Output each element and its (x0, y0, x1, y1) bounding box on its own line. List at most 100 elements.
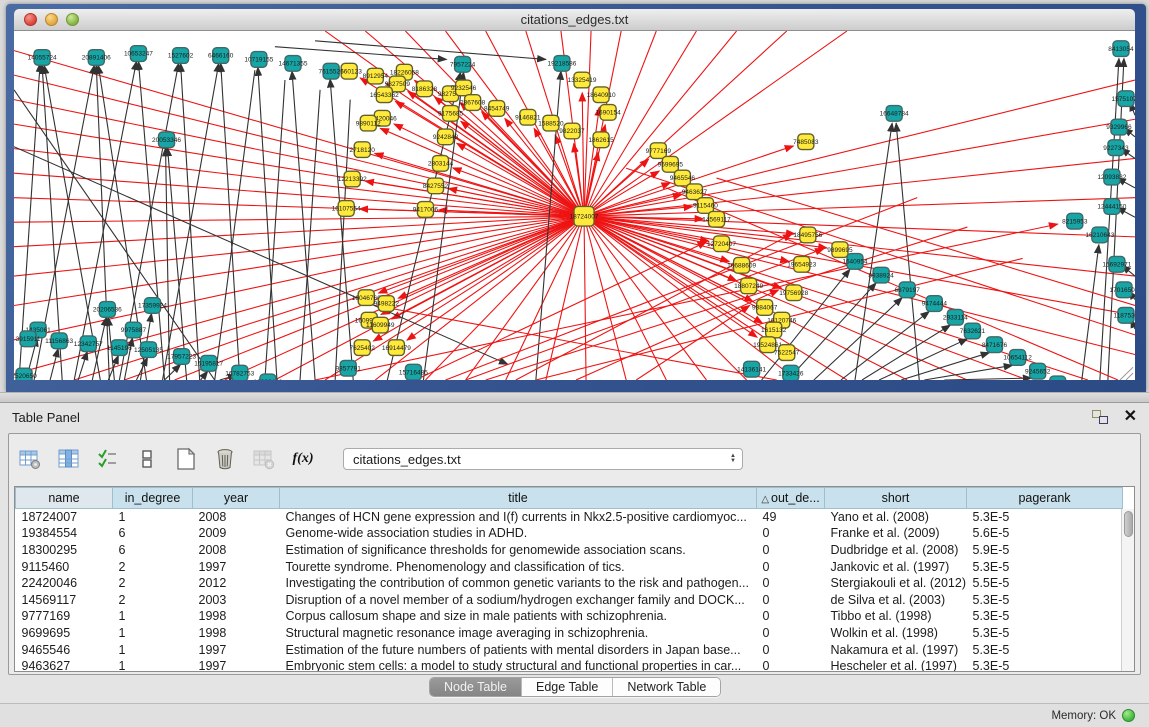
graph-node-16358792[interactable]: 16358792 (1043, 376, 1072, 380)
column-header-year[interactable]: year (193, 488, 280, 509)
table-selector-combobox[interactable]: citations_edges.txt ▲▼ (343, 448, 743, 470)
graph-node-19218586[interactable]: 19218586 (547, 56, 576, 72)
graph-node-9175685[interactable]: 9175685 (438, 106, 464, 122)
column-header-name[interactable]: name (16, 488, 113, 509)
graph-node-12923448[interactable]: 12923448 (253, 374, 282, 380)
graph-node-20053346[interactable]: 20053346 (152, 132, 181, 148)
table-row[interactable]: 2242004622012Investigating the contribut… (16, 575, 1123, 592)
column-header-short[interactable]: short (825, 488, 967, 509)
graph-node-1733426[interactable]: 1733426 (778, 365, 804, 380)
graph-node-8938924[interactable]: 8938924 (868, 267, 894, 283)
column-header-title[interactable]: title (280, 488, 757, 509)
zoom-window-icon[interactable] (66, 13, 79, 26)
graph-node-11156863[interactable]: 11156863 (45, 333, 73, 349)
table-cell: 1997 (193, 658, 280, 672)
graph-node-7615526[interactable]: 7615526 (318, 63, 344, 79)
tab-network-table[interactable]: Network Table (613, 678, 720, 696)
graph-node-8413054[interactable]: 8413054 (1108, 41, 1134, 57)
graph-node-9227343[interactable]: 9227343 (1103, 140, 1129, 156)
table-scrollbar-thumb[interactable] (1124, 511, 1133, 537)
graph-node-1862615[interactable]: 1862615 (588, 132, 614, 148)
select-rows-check-icon[interactable] (95, 446, 121, 472)
minimize-window-icon[interactable] (45, 13, 58, 26)
graph-node-19654923[interactable]: 19654923 (787, 256, 816, 272)
float-panel-icon[interactable] (1092, 410, 1108, 424)
graph-node-2718120[interactable]: 2718120 (350, 142, 376, 158)
graph-node-10719155[interactable]: 10719155 (244, 52, 273, 68)
graph-node-16210643[interactable]: 16210643 (1085, 227, 1114, 243)
graph-node-12213392[interactable]: 12213392 (338, 171, 367, 187)
panel-splitter[interactable]: ▾ (0, 392, 1149, 402)
delete-column-icon[interactable] (212, 446, 238, 472)
graph-node-13325419[interactable]: 13325419 (568, 72, 597, 88)
table-row[interactable]: 1872400712008Changes of HCN gene express… (16, 509, 1123, 526)
graph-node-16914479[interactable]: 16914479 (382, 340, 411, 356)
close-panel-icon[interactable]: ✕ (1124, 410, 1137, 424)
graph-node-17359924[interactable]: 17359924 (138, 298, 167, 314)
table-row[interactable]: 1938455462009Genome-wide association stu… (16, 525, 1123, 542)
table-row[interactable]: 1456911722003Disruption of a novel membe… (16, 591, 1123, 608)
graph-node-9329966[interactable]: 9329966 (1106, 119, 1132, 135)
graph-node-8471676[interactable]: 8471676 (982, 337, 1008, 353)
graph-node-1690154[interactable]: 1690154 (595, 105, 621, 121)
delete-table-icon[interactable] (251, 446, 277, 472)
graph-node-8186328[interactable]: 8186328 (412, 81, 438, 97)
table-panel: Table Panel ✕ (0, 402, 1149, 727)
graph-node-12093832[interactable]: 12093832 (1097, 169, 1126, 185)
graph-node-12444150[interactable]: 12444150 (1097, 199, 1126, 215)
graph-node-2520650[interactable]: 2520650 (14, 368, 37, 380)
graph-node-10654112[interactable]: 10654112 (1003, 350, 1032, 366)
graph-node-7957224[interactable]: 7957224 (450, 56, 476, 72)
window-resize-handle[interactable] (1120, 367, 1133, 380)
graph-node-9857791[interactable]: 9857791 (336, 360, 362, 376)
graph-node-14671355[interactable]: 14671355 (279, 56, 308, 72)
table-row[interactable]: 946554611997Estimation of the future num… (16, 641, 1123, 658)
table-cell: 5.3E-5 (967, 591, 1123, 608)
column-visibility-icon[interactable] (56, 446, 82, 472)
graph-node-8215953[interactable]: 8215953 (1062, 213, 1088, 229)
graph-node-9245652[interactable]: 9245652 (1025, 363, 1051, 379)
network-canvas[interactable]: 9660123891295418226058982750916543362818… (14, 31, 1135, 380)
function-builder-icon[interactable]: f(x) (290, 446, 316, 472)
graph-node-12505135[interactable]: 12505135 (134, 342, 163, 358)
close-window-icon[interactable] (24, 13, 37, 26)
table-row[interactable]: 911546021997Tourette syndrome. Phenomeno… (16, 558, 1123, 575)
graph-node-9146821[interactable]: 9146821 (515, 109, 541, 125)
table-row[interactable]: 946362711997Embryonic stem cells: a mode… (16, 658, 1123, 672)
graph-node-18495756[interactable]: 18495756 (793, 227, 822, 243)
column-header-pagerank[interactable]: pagerank (967, 488, 1123, 509)
graph-node-10653247[interactable]: 10653247 (124, 46, 153, 62)
graph-node-20206536[interactable]: 20206536 (93, 302, 122, 318)
graph-node-15751074[interactable]: 15751074 (1111, 91, 1135, 107)
graph-node-7485083[interactable]: 7485083 (793, 134, 819, 150)
graph-node-6466160[interactable]: 6466160 (208, 48, 234, 64)
graph-node-14055724[interactable]: 14055724 (28, 50, 57, 66)
column-header-out_de[interactable]: △out_de... (757, 488, 825, 509)
table-row[interactable]: 1830029562008Estimation of significance … (16, 542, 1123, 559)
graph-node-1187533[interactable]: 1187533 (1114, 307, 1135, 323)
graph-node-9975887[interactable]: 9975887 (121, 322, 147, 338)
graph-node-7632621[interactable]: 7632621 (960, 323, 986, 339)
table-row[interactable]: 969969511998Structural magnetic resonanc… (16, 625, 1123, 642)
graph-node-20891406[interactable]: 20891406 (82, 50, 111, 66)
column-header-in_degree[interactable]: in_degree (113, 488, 193, 509)
network-canvas-svg[interactable]: 9660123891295418226058982750916543362818… (14, 31, 1135, 380)
graph-node-17957223[interactable]: 17957223 (167, 349, 196, 365)
tab-edge-table[interactable]: Edge Table (522, 678, 613, 696)
graph-node-7625402[interactable]: 7625402 (350, 340, 376, 356)
graph-node-1527602[interactable]: 1527602 (168, 48, 194, 64)
graph-node-17016504[interactable]: 17016504 (1109, 282, 1135, 298)
table-row[interactable]: 977716911998Corpus callosum shape and si… (16, 608, 1123, 625)
table-scrollbar[interactable] (1121, 509, 1134, 671)
table-settings-icon[interactable] (17, 446, 43, 472)
graph-node-16107554[interactable]: 16107554 (332, 201, 361, 217)
graph-node-18724007[interactable]: 18724007 (570, 206, 599, 226)
graph-node-18640910[interactable]: 18640910 (587, 87, 616, 103)
tab-node-table[interactable]: Node Table (430, 678, 522, 696)
svg-text:8427552: 8427552 (423, 183, 449, 190)
graph-node-19756928[interactable]: 19756928 (779, 285, 808, 301)
row-height-icon[interactable] (134, 446, 160, 472)
window-titlebar[interactable]: citations_edges.txt (14, 9, 1135, 31)
graph-node-16648784[interactable]: 16648784 (880, 106, 909, 122)
new-table-icon[interactable] (173, 446, 199, 472)
